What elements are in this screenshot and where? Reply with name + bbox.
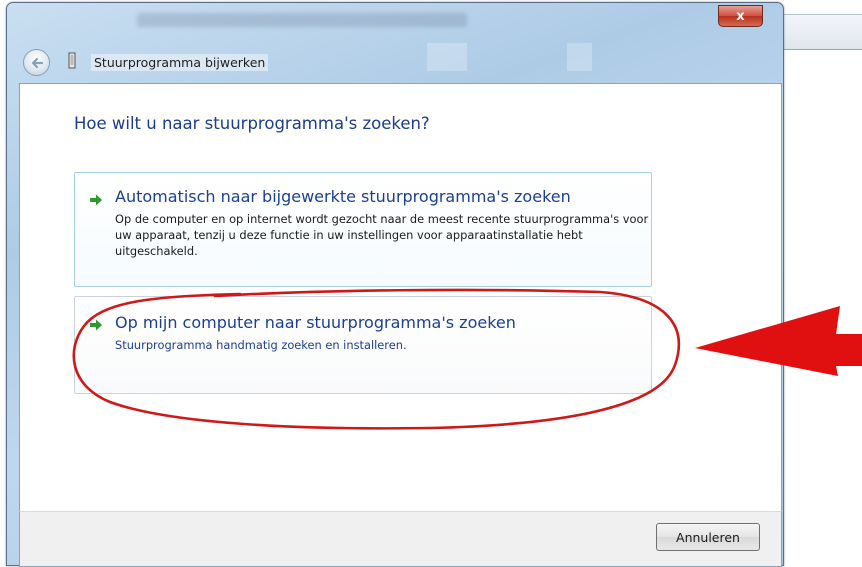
close-button[interactable]: x [718, 5, 763, 27]
back-button[interactable] [23, 49, 50, 76]
page-heading: Hoe wilt u naar stuurprogramma's zoeken? [74, 114, 430, 133]
blurred-title-bar [137, 13, 467, 27]
button-bar: Annuleren [19, 511, 782, 567]
wizard-dialog: x Stuurprogramma bijwerken Hoe wilt u na… [6, 2, 784, 567]
option-title: Automatisch naar bijgewerkte stuurprogra… [115, 187, 571, 206]
option-description: Stuurprogramma handmatig zoeken en insta… [115, 338, 407, 352]
option-search-automatically[interactable]: Automatisch naar bijgewerkte stuurprogra… [74, 172, 652, 287]
close-icon: x [736, 8, 745, 24]
option-title: Op mijn computer naar stuurprogramma's z… [115, 313, 516, 332]
green-arrow-icon [90, 319, 102, 331]
wizard-title: Stuurprogramma bijwerken [91, 54, 269, 71]
option-description: Op de computer en op internet wordt gezo… [115, 212, 649, 258]
cancel-button[interactable]: Annuleren [656, 523, 760, 551]
glass-reflection [567, 43, 592, 71]
option-browse-computer[interactable]: Op mijn computer naar stuurprogramma's z… [74, 296, 652, 394]
content-area: Hoe wilt u naar stuurprogramma's zoeken?… [19, 83, 782, 513]
device-icon [68, 52, 76, 69]
glass-reflection [427, 43, 467, 71]
back-arrow-icon [31, 57, 43, 68]
green-arrow-icon [90, 194, 102, 206]
